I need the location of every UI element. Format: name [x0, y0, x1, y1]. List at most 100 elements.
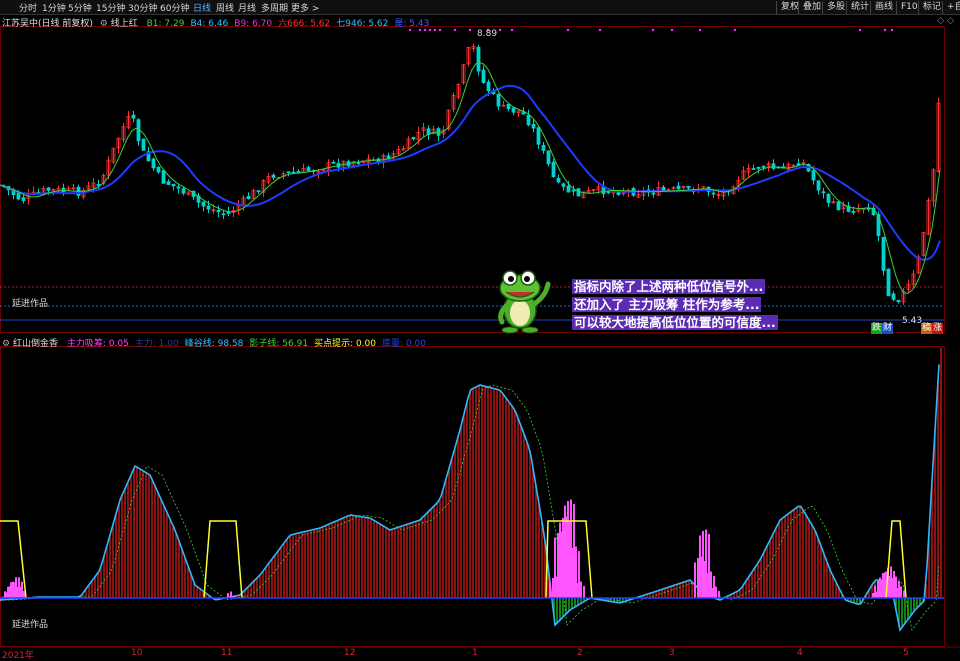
- candle-body: [271, 174, 276, 178]
- settings-gear-icon[interactable]: ⚙: [100, 19, 108, 29]
- candle-body: [356, 162, 361, 165]
- lower-value-3: 影子线: 56.91: [249, 339, 309, 349]
- lower-title[interactable]: 红山倒金香: [13, 339, 58, 349]
- candle-body: [46, 187, 51, 191]
- candle-body: [711, 192, 716, 195]
- candle-body: [851, 211, 856, 213]
- candle-body: [306, 167, 311, 172]
- signal-tag-0: 跌: [871, 323, 883, 334]
- candle-body: [256, 190, 261, 193]
- annotation-line-2: 还加入了 主力吸筹 柱作为参考...: [572, 297, 762, 312]
- candle-body: [811, 170, 816, 181]
- candle-body: [541, 145, 546, 151]
- low-price-label: 5.43: [902, 316, 923, 326]
- signal-dot-16: [733, 28, 737, 32]
- signal-dot-2: [423, 28, 427, 32]
- upper-indicator-name[interactable]: 线上红: [111, 19, 138, 29]
- candle-body: [551, 161, 556, 177]
- ma-blue-line: [0, 84, 941, 261]
- candle-body: [496, 94, 501, 107]
- candle-body: [96, 184, 101, 186]
- time-axis-label-6: 3: [669, 648, 675, 658]
- signal-dot-7: [468, 28, 472, 32]
- candle-body: [821, 191, 826, 194]
- candle-body: [226, 212, 231, 214]
- candle-body: [761, 165, 766, 168]
- time-axis-label-2: 11: [221, 648, 233, 658]
- ma-green-line: [0, 61, 941, 294]
- signal-dot-14: [670, 28, 674, 32]
- upper-legend: 江苏吴中(日线 前复权) ⚙ 线上红 B1: 7.29 B4: 6.46 B9: 6…: [2, 16, 429, 29]
- time-axis-label-0: 2021年: [2, 651, 34, 661]
- candle-body: [61, 187, 66, 193]
- time-axis-label-5: 2: [577, 648, 583, 658]
- candle-body: [751, 168, 756, 170]
- candle-body: [881, 236, 886, 271]
- annotation-line-3: 可以较大地提高低位位置的可信度...: [572, 315, 778, 330]
- signal-dot-19: [890, 28, 894, 32]
- upper-watermark: 延进作品: [12, 299, 49, 309]
- lower-value-2: 峰谷线: 98.58: [184, 339, 244, 349]
- indicator-gear-icon[interactable]: ⚙: [2, 339, 10, 349]
- time-axis-label-4: 1: [472, 648, 478, 658]
- candle-body: [556, 178, 561, 183]
- candle-body: [21, 197, 26, 201]
- upper-value-2: B9: 6.70: [234, 19, 273, 29]
- time-axis-label-8: 5: [903, 648, 909, 658]
- chart-canvas[interactable]: [0, 0, 960, 659]
- upper-title: 江苏吴中(日线 前复权): [2, 19, 93, 29]
- candle-body: [686, 186, 691, 189]
- signal-dot-5: [438, 28, 442, 32]
- candle-body: [176, 186, 181, 189]
- signal-dot-17: [858, 28, 862, 32]
- candle-body: [676, 185, 681, 190]
- candle-body: [286, 171, 291, 174]
- candle-body: [181, 188, 186, 194]
- upper-nav-icons[interactable]: ◇ ◇: [937, 16, 954, 26]
- candle-body: [171, 183, 176, 187]
- candle-body: [606, 191, 611, 194]
- annotation-line-1: 指标内除了上述两种低位信号外...: [572, 279, 766, 294]
- candle-body: [561, 183, 566, 187]
- time-axis-label-7: 4: [797, 648, 803, 658]
- signal-dot-13: [651, 28, 655, 32]
- candle-body: [511, 107, 516, 113]
- upper-value-5: 是: 5.43: [394, 19, 430, 29]
- candle-body: [896, 299, 901, 303]
- signal-dot-10: [510, 28, 514, 32]
- candle-body: [156, 166, 161, 173]
- candle-body: [651, 192, 656, 195]
- candle-body: [826, 193, 831, 203]
- lower-watermark: 延进作品: [12, 620, 49, 630]
- candle-body: [476, 46, 481, 72]
- signal-dot-11: [566, 28, 570, 32]
- candle-body: [571, 189, 576, 192]
- candle-body: [546, 150, 551, 165]
- frog-mascot-icon: [498, 270, 551, 334]
- signal-dot-12: [598, 28, 602, 32]
- candle-body: [506, 103, 511, 109]
- candle-body: [481, 69, 486, 83]
- candle-body: [661, 186, 666, 192]
- candle-body: [816, 180, 821, 191]
- candle-body: [141, 138, 146, 151]
- signal-tag-1: 财: [882, 323, 894, 334]
- upper-value-3: 六666: 5.62: [278, 19, 331, 29]
- candle-body: [836, 201, 841, 211]
- lower-value-1: 主力: 1.00: [134, 339, 179, 349]
- lower-legend: ⚙ 红山倒金香 主力吸筹: 0.05 主力: 1.00 峰谷线: 98.58 影子线:…: [2, 336, 426, 349]
- signal-dot-3: [428, 28, 432, 32]
- candle-body: [536, 127, 541, 145]
- candle-body: [576, 188, 581, 197]
- candle-body: [161, 170, 166, 184]
- signal-dot-0: [408, 28, 412, 32]
- candle-body: [771, 163, 776, 169]
- candle-body: [411, 136, 416, 140]
- candles: [1, 43, 941, 306]
- candle-body: [201, 201, 206, 207]
- signal-dot-15: [698, 28, 702, 32]
- candle-body: [756, 167, 761, 169]
- lower-value-5: 底量: 0.00: [382, 339, 426, 349]
- candle-body: [566, 185, 571, 193]
- candle-body: [616, 191, 621, 195]
